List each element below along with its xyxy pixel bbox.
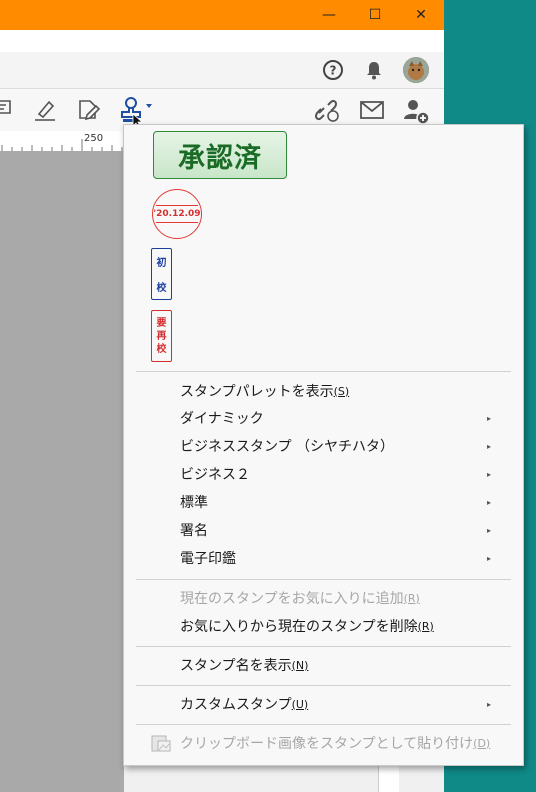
add-user-icon[interactable] (402, 97, 430, 125)
stamp-dropdown-menu: 承認済 '20.12.09 初 校 要 再 校 スタンプパレットを表示 (S) ダ… (123, 124, 524, 766)
help-icon[interactable]: ? (321, 58, 345, 82)
bell-icon[interactable] (362, 58, 386, 82)
stamp-approved[interactable]: 承認済 (153, 131, 287, 179)
stamp-first-proof-char: 校 (156, 283, 167, 294)
submenu-arrow-icon: ▸ (486, 553, 491, 563)
menu-item-standard[interactable]: 標準 (180, 491, 500, 513)
stamp-first-proof[interactable]: 初 校 (151, 248, 172, 300)
ruler-label: 250 (84, 133, 104, 144)
comment-icon[interactable] (0, 98, 14, 120)
menu-item-business-2[interactable]: ビジネス２ (180, 463, 500, 485)
link-icon[interactable] (313, 97, 341, 123)
menu-item-dynamic[interactable]: ダイナミック (180, 407, 500, 429)
menu-item-show-stamp-names[interactable]: スタンプ名を表示 (N) (180, 654, 500, 676)
menu-separator (136, 579, 511, 580)
menu-separator (136, 371, 511, 372)
submenu-arrow-icon: ▸ (486, 441, 491, 451)
submenu-arrow-icon: ▸ (486, 413, 491, 423)
submenu-arrow-icon: ▸ (486, 525, 491, 535)
horizontal-ruler: 250 (0, 131, 124, 152)
stamp-needs-reproof[interactable]: 要 再 校 (151, 310, 172, 362)
menu-item-custom-stamps[interactable]: カスタムスタンプ (U) (180, 693, 500, 715)
submenu-arrow-icon: ▸ (486, 497, 491, 507)
stamp-reproof-char: 再 (156, 330, 167, 342)
menu-bar (0, 30, 444, 53)
stamp-first-proof-char: 初 (156, 258, 167, 269)
scroll-strip (378, 763, 399, 792)
mail-icon[interactable] (358, 97, 386, 123)
stamp-reproof-char: 要 (156, 317, 167, 329)
highlighter-icon[interactable] (32, 97, 58, 123)
menu-item-signature[interactable]: 署名 (180, 519, 500, 541)
stamp-icon[interactable] (119, 97, 155, 124)
minimize-icon[interactable]: — (306, 0, 352, 30)
document-canvas[interactable] (0, 151, 124, 792)
stamp-date[interactable]: '20.12.09 (152, 189, 202, 239)
menu-separator (136, 646, 511, 647)
menu-item-paste-clipboard-image[interactable]: クリップボード画像をスタンプとして貼り付け (D) (180, 732, 500, 754)
menu-item-digital-seal[interactable]: 電子印鑑 (180, 547, 500, 569)
edit-icon[interactable] (76, 97, 102, 123)
menu-item-add-to-favorites[interactable]: 現在のスタンプをお気に入りに追加 (R) (180, 587, 500, 609)
menu-item-show-stamp-palette[interactable]: スタンプパレットを表示 (S) (180, 380, 500, 402)
stamp-reproof-char: 校 (156, 343, 167, 355)
close-icon[interactable]: ✕ (398, 0, 444, 30)
submenu-arrow-icon: ▸ (486, 469, 491, 479)
stamp-date-text: '20.12.09 (153, 209, 201, 219)
maximize-icon[interactable]: ☐ (352, 0, 398, 30)
user-avatar[interactable] (403, 57, 429, 83)
clipboard-image-icon (150, 732, 172, 754)
menu-item-remove-from-favorites[interactable]: お気に入りから現在のスタンプを削除 (R) (180, 615, 500, 637)
submenu-arrow-icon: ▸ (486, 699, 491, 709)
title-bar: — ☐ ✕ (0, 0, 444, 30)
top-bar: ? (0, 52, 444, 89)
menu-item-business-stamp-shachihata[interactable]: ビジネススタンプ （シヤチハタ） (180, 435, 500, 457)
svg-text:?: ? (330, 64, 337, 78)
menu-separator (136, 685, 511, 686)
menu-separator (136, 724, 511, 725)
